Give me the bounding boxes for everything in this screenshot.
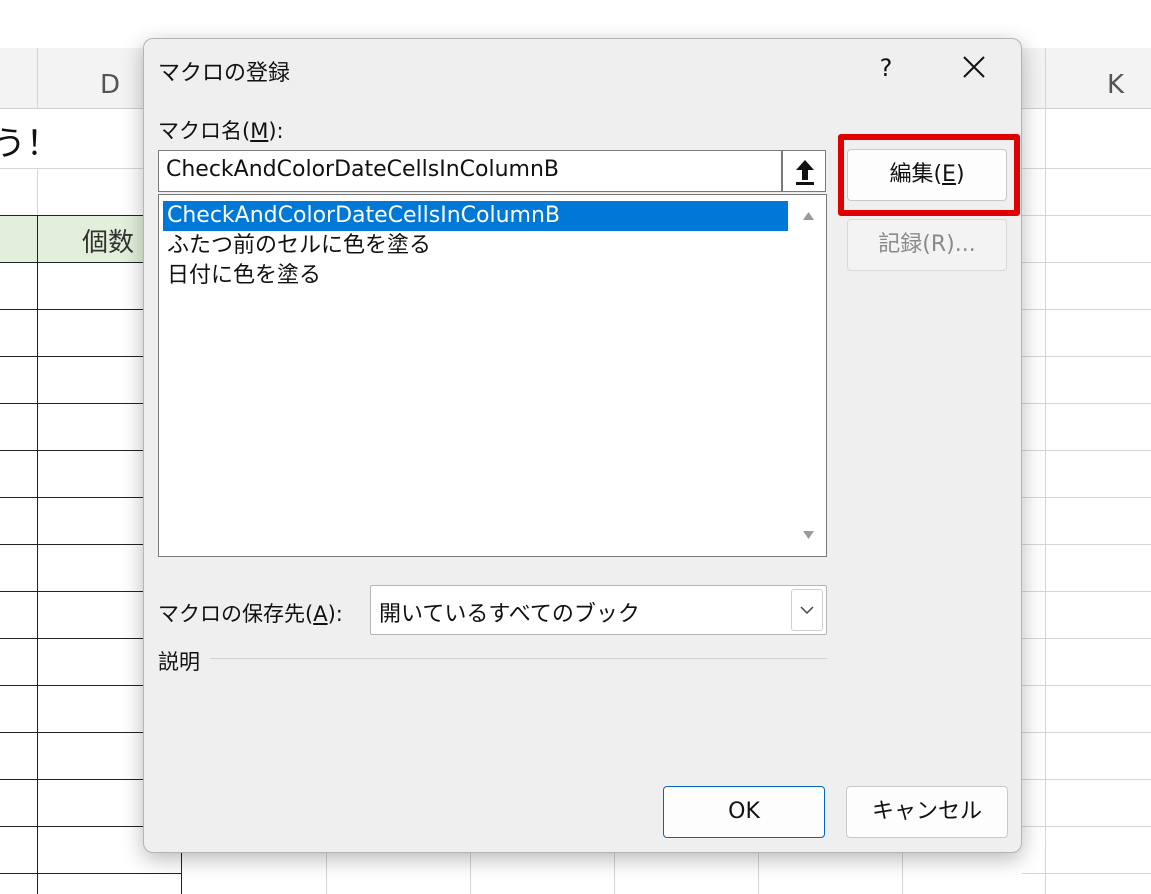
dialog-title: マクロの登録 xyxy=(158,61,291,86)
collapse-dialog-button[interactable] xyxy=(782,150,826,192)
scroll-up-button[interactable] xyxy=(792,202,825,232)
edit-button[interactable]: 編集(E) xyxy=(847,149,1007,201)
sheet-title-fragment: う！ xyxy=(0,124,60,164)
macro-name-input[interactable]: CheckAndColorDateCellsInColumnB xyxy=(158,150,782,192)
scroll-down-icon xyxy=(803,531,814,539)
save-location-value: 開いているすべてのブック xyxy=(379,602,640,627)
assign-macro-dialog: マクロの登録 ? マクロ名(M): CheckAndColorDateCells… xyxy=(143,38,1022,853)
macro-name-label: マクロ名(M): xyxy=(158,119,284,143)
scroll-down-button[interactable] xyxy=(792,521,825,551)
macro-list-item[interactable]: ふたつ前のセルに色を塗る xyxy=(163,231,431,261)
upload-arrow-icon xyxy=(796,160,814,185)
macro-list-item[interactable]: CheckAndColorDateCellsInColumnB xyxy=(163,201,788,231)
scroll-up-icon xyxy=(803,212,814,220)
description-divider xyxy=(210,658,827,659)
save-location-dropdown-button[interactable] xyxy=(791,589,823,631)
ok-button[interactable]: OK xyxy=(663,786,825,838)
column-header-d[interactable]: D xyxy=(100,70,120,100)
save-location-select[interactable]: 開いているすべてのブック xyxy=(370,585,827,635)
help-button[interactable]: ? xyxy=(866,51,906,85)
list-scrollbar[interactable] xyxy=(792,196,825,555)
macro-list[interactable]: CheckAndColorDateCellsInColumnB ふたつ前のセルに色… xyxy=(158,194,827,557)
cancel-button[interactable]: キャンセル xyxy=(846,786,1008,838)
record-button[interactable]: 記録(R)... xyxy=(847,219,1007,271)
description-label: 説明 xyxy=(158,650,200,674)
save-location-label: マクロの保存先(A): xyxy=(158,602,343,626)
chevron-down-icon xyxy=(800,606,814,615)
close-icon xyxy=(963,56,985,78)
column-header-k[interactable]: K xyxy=(1107,70,1124,100)
macro-list-item[interactable]: 日付に色を塗る xyxy=(163,261,321,291)
count-column-header: 個数 xyxy=(82,228,135,258)
close-button[interactable] xyxy=(952,49,996,85)
